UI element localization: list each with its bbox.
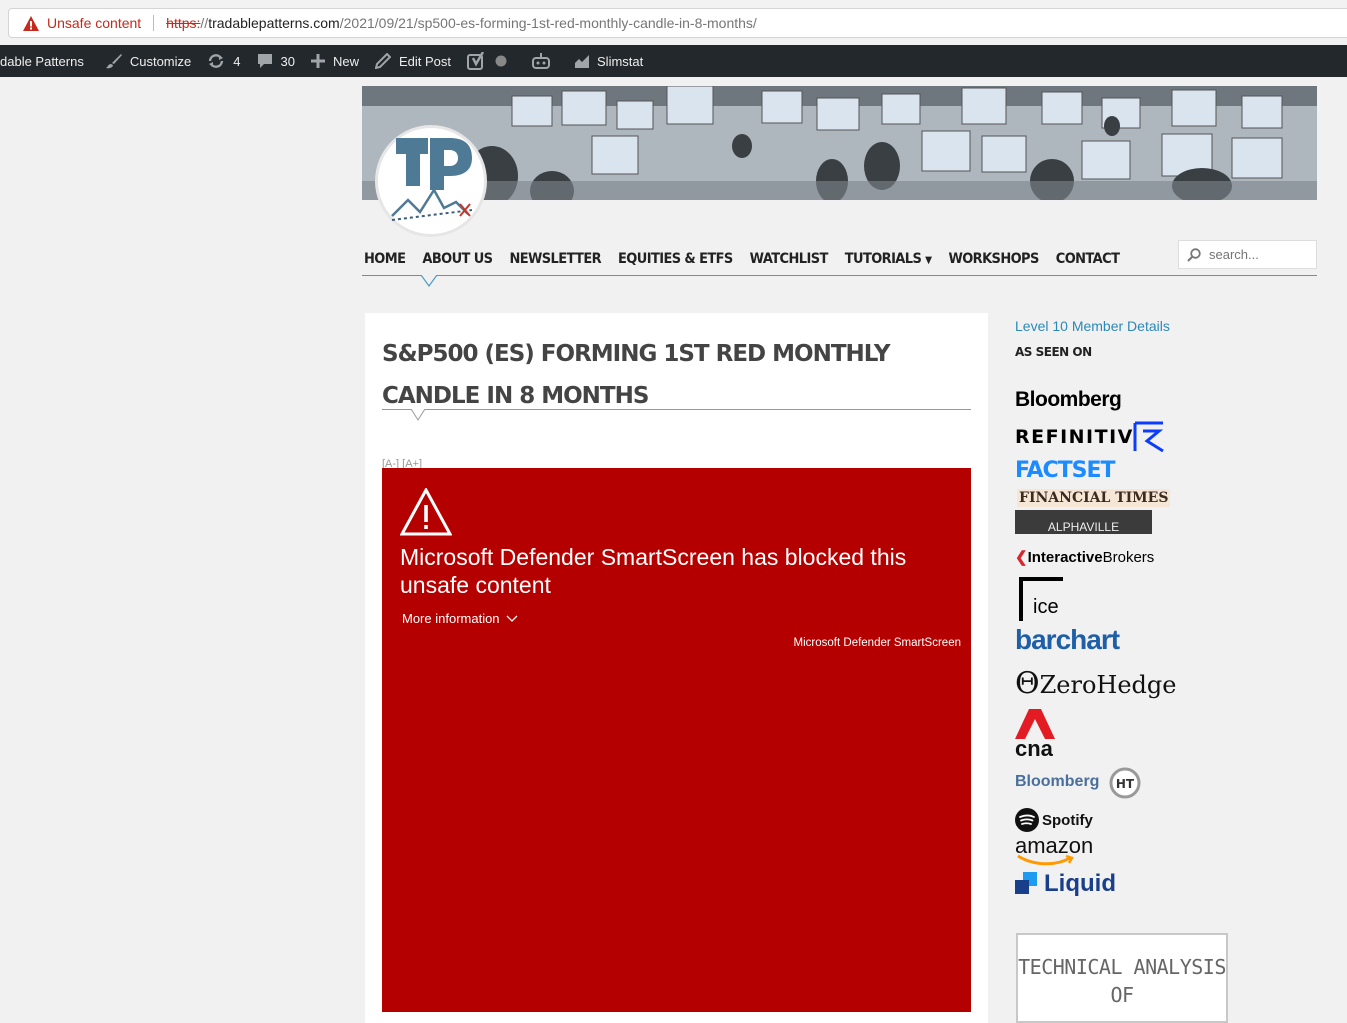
robot-icon xyxy=(532,53,551,69)
liquid-label: Liquid xyxy=(1044,870,1116,897)
logo-interactive-brokers: ❮InteractiveBrokers xyxy=(1015,548,1154,566)
unsafe-content-label: Unsafe content xyxy=(47,15,142,31)
book-title-line1: TECHNICAL ANALYSIS xyxy=(1018,955,1226,979)
logo-refinitiv: REFINITIV xyxy=(1015,426,1134,448)
active-nav-pointer-icon xyxy=(421,275,437,287)
admin-updates[interactable]: 4 xyxy=(199,45,248,77)
blocked-message: Microsoft Defender SmartScreen has block… xyxy=(400,544,907,598)
post-article: S&P500 (ES) Forming 1st Red Monthly Cand… xyxy=(365,313,988,1023)
liquid-icon xyxy=(1015,872,1037,894)
plus-icon xyxy=(310,54,325,68)
smartscreen-blocked-panel: Microsoft Defender SmartScreen has block… xyxy=(382,468,971,1012)
more-information-label: More information xyxy=(402,611,500,626)
ib-flame-icon: ❮ xyxy=(1015,549,1028,566)
seo-status-dot-icon xyxy=(495,55,507,67)
chart-icon xyxy=(575,55,590,68)
admin-edit-post[interactable]: Edit Post xyxy=(367,45,459,77)
logo-spotify: Spotify xyxy=(1015,808,1093,832)
main-navigation: HOME ABOUT US NEWSLETTER EQUITIES & ETFS… xyxy=(362,242,1317,287)
address-separator xyxy=(153,15,155,31)
customize-label: Customize xyxy=(129,53,192,69)
logo-financial-times: FINANCIAL TIMES xyxy=(1017,489,1171,507)
nav-home[interactable]: HOME xyxy=(364,242,406,268)
site-name-label: dable Patterns xyxy=(0,53,84,69)
admin-yoast[interactable] xyxy=(459,45,523,77)
url-protocol: https: xyxy=(166,15,201,31)
ib-brokers-label: Brokers xyxy=(1102,549,1155,566)
logo-alphaville: ALPHAVILLE xyxy=(1015,510,1152,534)
refinitiv-mark-icon xyxy=(1133,421,1164,453)
site-logo[interactable] xyxy=(378,128,484,234)
zerohedge-label: ZeroHedge xyxy=(1039,671,1177,699)
logo-liquid: Liquid xyxy=(1015,870,1116,898)
search-icon xyxy=(1187,247,1201,262)
header-banner-image xyxy=(362,86,1317,200)
wp-admin-bar: dable Patterns Customize 4 30 New Edit P… xyxy=(0,45,1347,77)
logo-ice: ice xyxy=(1033,596,1059,618)
more-information-toggle[interactable]: More information xyxy=(402,611,518,626)
admin-slimstat[interactable]: Slimstat xyxy=(567,45,651,77)
trading-floor-photo xyxy=(362,86,1317,200)
zerohedge-mark-icon: Θ xyxy=(1015,666,1040,701)
brush-icon xyxy=(105,54,122,69)
yoast-icon xyxy=(467,52,485,70)
ht-badge-icon: HT xyxy=(1109,767,1141,799)
nav-tutorials-label: TUTORIALS xyxy=(844,250,922,268)
alphaville-label: ALPHAVILLE xyxy=(1047,520,1120,534)
cna-mark-icon xyxy=(1015,709,1055,739)
pencil-icon xyxy=(374,53,391,69)
smartscreen-brand: Microsoft Defender SmartScreen xyxy=(793,637,961,649)
logo-factset: FACTSET xyxy=(1015,458,1116,483)
logo-zerohedge: ΘZeroHedge xyxy=(1015,666,1176,701)
browser-address-bar: Unsafe content https://tradablepatterns.… xyxy=(0,0,1347,45)
comments-count: 30 xyxy=(280,53,295,69)
admin-new[interactable]: New xyxy=(303,45,367,77)
slimstat-label: Slimstat xyxy=(597,53,644,69)
admin-comments[interactable]: 30 xyxy=(249,45,303,77)
nav-about-us[interactable]: ABOUT US xyxy=(422,242,493,268)
warning-icon xyxy=(23,15,39,31)
nav-contact[interactable]: CONTACT xyxy=(1056,242,1120,268)
warning-triangle-icon xyxy=(400,488,452,536)
logo-bloomberg-ht: Bloomberg xyxy=(1015,773,1100,790)
edit-post-label: Edit Post xyxy=(398,53,452,69)
admin-bot[interactable] xyxy=(523,45,567,77)
url-host: tradablepatterns.com xyxy=(208,15,340,31)
as-seen-on-heading: AS SEEN ON xyxy=(1015,345,1092,359)
member-details-link[interactable]: Level 10 Member Details xyxy=(1015,318,1170,334)
url-path: /2021/09/21/sp500-es-forming-1st-red-mon… xyxy=(339,15,757,31)
unsafe-content-indicator[interactable]: Unsafe content xyxy=(23,15,141,31)
title-pointer-icon xyxy=(411,409,425,421)
logo-barchart: barchart xyxy=(1015,624,1120,655)
ib-interactive-label: Interactive xyxy=(1027,549,1103,566)
search-box[interactable] xyxy=(1178,240,1317,269)
chevron-down-icon xyxy=(506,615,518,622)
updates-icon xyxy=(209,54,224,68)
svg-text:HT: HT xyxy=(1116,777,1135,791)
nav-workshops[interactable]: WORKSHOPS xyxy=(948,242,1039,268)
nav-tutorials[interactable]: TUTORIALS ▼ xyxy=(844,242,932,268)
updates-count: 4 xyxy=(233,53,241,69)
tp-logo-icon xyxy=(391,138,473,221)
post-title: S&P500 (ES) Forming 1st Red Monthly Cand… xyxy=(382,341,891,409)
admin-customize[interactable]: Customize xyxy=(98,45,199,77)
url-text[interactable]: https://tradablepatterns.com/2021/09/21/… xyxy=(166,15,757,31)
url-field[interactable]: Unsafe content https://tradablepatterns.… xyxy=(8,8,1347,38)
comment-icon xyxy=(257,54,272,68)
admin-site-name[interactable]: dable Patterns xyxy=(0,45,92,77)
spotify-icon xyxy=(1015,808,1039,832)
spotify-label: Spotify xyxy=(1042,811,1093,829)
logo-cna: cna xyxy=(1015,736,1053,761)
amazon-smile-icon xyxy=(1017,854,1074,866)
search-input[interactable] xyxy=(1207,246,1311,263)
nav-equities-etfs[interactable]: EQUITIES & ETFS xyxy=(618,242,733,268)
logo-bloomberg: Bloomberg xyxy=(1015,388,1122,411)
title-divider xyxy=(382,409,971,410)
new-label: New xyxy=(332,53,359,69)
technical-analysis-book[interactable]: TECHNICAL ANALYSIS OF xyxy=(1016,933,1228,1023)
dropdown-arrow-icon: ▼ xyxy=(925,255,932,267)
nav-watchlist[interactable]: WATCHLIST xyxy=(750,242,829,268)
book-title-line2: OF xyxy=(1110,983,1134,1007)
nav-newsletter[interactable]: NEWSLETTER xyxy=(509,242,601,268)
